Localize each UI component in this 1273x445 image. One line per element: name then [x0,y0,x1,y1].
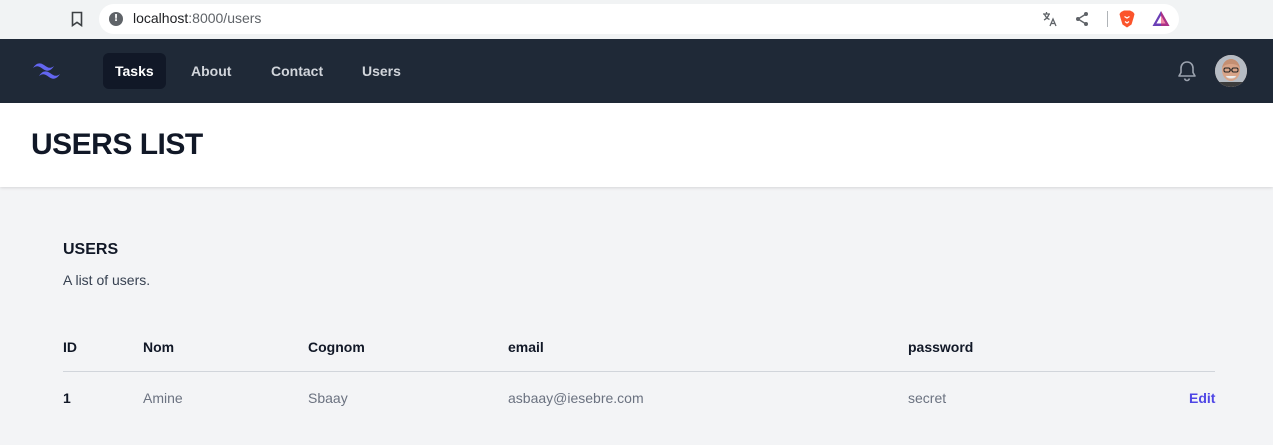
main-navbar: Tasks About Contact Users [0,39,1273,103]
url-text: localhost:8000/users [133,10,261,26]
column-header-id: ID [63,339,77,355]
users-section-description: A list of users. [63,272,151,288]
bell-icon[interactable] [1176,59,1198,83]
edit-link[interactable]: Edit [1189,390,1215,406]
brave-icon[interactable] [1117,9,1137,29]
url-host: localhost [133,10,189,26]
translate-icon[interactable] [1041,10,1059,28]
cell-password: secret [908,390,947,406]
user-avatar[interactable] [1215,55,1247,87]
table-divider [63,371,1215,372]
url-path: :8000/users [188,10,262,26]
column-header-cognom: Cognom [308,339,365,355]
column-header-nom: Nom [143,339,175,355]
cell-nom: Amine [143,390,183,406]
column-header-email: email [508,339,544,355]
address-bar[interactable]: ! localhost:8000/users [99,4,1179,34]
nav-item-users[interactable]: Users [350,53,413,89]
toolbar-divider [1107,11,1108,27]
nav-item-tasks[interactable]: Tasks [103,53,166,89]
users-section-title: USERS [63,241,119,258]
browser-toolbar: ! localhost:8000/users [0,0,1273,39]
column-header-password: password [908,339,974,355]
rewards-icon[interactable] [1151,9,1171,29]
nav-item-contact[interactable]: Contact [259,53,335,89]
nav-item-about[interactable]: About [179,53,243,89]
share-icon[interactable] [1073,10,1091,28]
bookmark-icon[interactable] [68,10,86,28]
info-icon[interactable]: ! [109,12,123,26]
cell-email: asbaay@iesebre.com [508,390,644,406]
cell-id: 1 [63,390,71,406]
page-header: USERS LIST [0,103,1273,187]
cell-cognom: Sbaay [308,390,348,406]
tailwind-logo-icon[interactable] [31,59,63,83]
page-title: USERS LIST [31,128,203,161]
